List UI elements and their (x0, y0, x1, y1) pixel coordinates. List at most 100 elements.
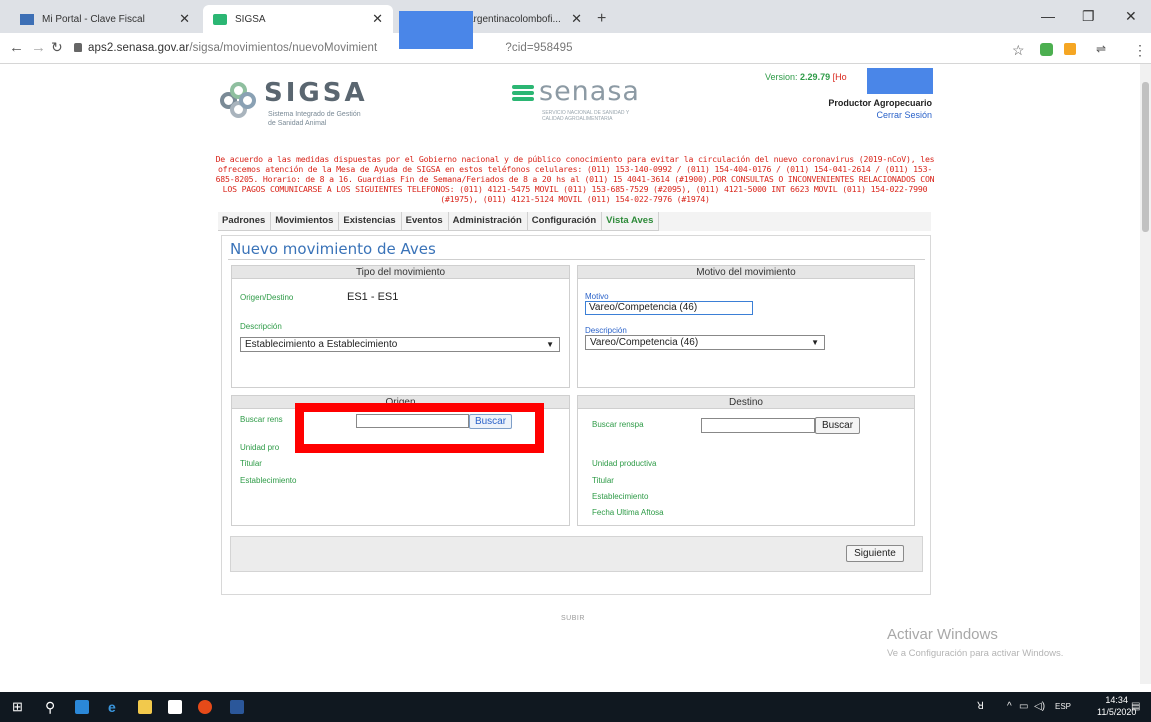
motivo-descripcion-selected-value: Vareo/Competencia (46) (590, 337, 699, 348)
people-icon[interactable]: ꓤ (977, 701, 984, 712)
red-highlight-box (295, 403, 544, 453)
url-field[interactable]: aps2.senasa.gov.ar/sigsa/movimientos/nue… (74, 42, 573, 54)
tipo-movimiento-box: Tipo del movimiento Origen/Destino ES1 -… (231, 265, 570, 388)
destino-titular-label: Titular (592, 476, 614, 485)
edge-icon[interactable]: e (108, 699, 116, 715)
sigsa-logo-mark-icon (220, 82, 256, 118)
reload-icon[interactable]: ↻ (51, 39, 63, 56)
extensions-menu-icon[interactable]: ⇌ (1096, 42, 1106, 56)
covid-notice: De acuerdo a las medidas dispuestas por … (215, 154, 935, 204)
menu-eventos[interactable]: Eventos (402, 212, 449, 230)
windows-taskbar: ⊞ ⚲ e ꓤ ^ ▭ ◁) ESP 14:34 11/5/2020 ▤ (0, 692, 1151, 722)
version-extra: [Ho (832, 72, 847, 82)
main-menu: Padrones Movimientos Existencias Eventos… (218, 212, 932, 231)
form-actions-bar: Siguiente (230, 536, 923, 572)
chrome-icon[interactable] (198, 700, 212, 714)
browser-tab-bar: Mi Portal - Clave Fiscal ✕ SIGSA ✕ argen… (0, 0, 1151, 33)
file-explorer-icon[interactable] (138, 700, 152, 714)
extension-icon[interactable] (1040, 43, 1053, 56)
menu-configuracion[interactable]: Configuración (528, 212, 603, 230)
tab-mi-portal[interactable]: Mi Portal - Clave Fiscal ✕ (10, 5, 200, 33)
bookmark-star-icon[interactable]: ☆ (1012, 42, 1025, 59)
destino-header: Destino (578, 396, 914, 409)
version-info: Version: 2.29.79 [Ho (765, 72, 847, 82)
tab-title: SIGSA (235, 13, 266, 25)
url-path-start: /sigsa/movimientos/nuevoMovimient (189, 42, 378, 54)
motivo-descripcion-label: Descripción (585, 326, 627, 335)
senasa-subtitle: SERVICIO NACIONAL DE SANIDAD Y CALIDAD A… (542, 110, 630, 122)
destino-renspa-input[interactable] (701, 418, 815, 433)
origen-buscar-label: Buscar rens (240, 415, 283, 424)
search-icon[interactable]: ⚲ (45, 699, 55, 716)
dropdown-arrow-icon: ▼ (811, 338, 819, 347)
motivo-movimiento-header: Motivo del movimiento (578, 266, 914, 279)
origen-unidad-label: Unidad pro (240, 443, 280, 452)
close-icon[interactable]: ✕ (179, 11, 190, 27)
senasa-favicon-icon (213, 13, 227, 25)
dropdown-arrow-icon: ▼ (546, 340, 554, 349)
destino-buscar-label: Buscar renspa (592, 420, 644, 429)
motivo-movimiento-box: Motivo del movimiento Motivo Vareo/Compe… (577, 265, 915, 388)
menu-existencias[interactable]: Existencias (339, 212, 402, 230)
forward-icon[interactable]: → (31, 39, 46, 56)
window-close-icon[interactable]: ✕ (1125, 8, 1137, 25)
tab-title: argentinacolombofi... (468, 13, 561, 25)
menu-padrones[interactable]: Padrones (218, 212, 272, 230)
language-indicator[interactable]: ESP (1055, 702, 1071, 711)
address-bar: ← → ↻ aps2.senasa.gov.ar/sigsa/movimient… (0, 33, 1151, 64)
word-icon[interactable] (230, 700, 244, 714)
destino-buscar-button[interactable]: Buscar (815, 417, 860, 434)
origen-destino-label: Origen/Destino (240, 293, 294, 302)
siguiente-button[interactable]: Siguiente (846, 545, 904, 562)
afip-favicon-icon (20, 13, 34, 25)
menu-vista-aves[interactable]: Vista Aves (602, 212, 660, 230)
minimize-icon[interactable]: — (1041, 8, 1055, 24)
tab-sigsa[interactable]: SIGSA ✕ (203, 5, 393, 33)
extension-lock-icon[interactable] (1064, 43, 1076, 55)
activate-windows-title: Activar Windows (887, 626, 998, 643)
url-domain: aps2.senasa.gov.ar (88, 42, 190, 54)
tray-chevron-icon[interactable]: ^ (1007, 701, 1012, 712)
menu-administracion[interactable]: Administración (449, 212, 528, 230)
new-tab-icon[interactable]: + (597, 10, 606, 28)
page-scrollbar[interactable] (1140, 64, 1151, 684)
windows-start-icon[interactable]: ⊞ (12, 699, 23, 715)
chrome-menu-icon[interactable]: ⋮ (1133, 42, 1147, 59)
logout-link[interactable]: Cerrar Sesión (876, 110, 932, 120)
motivo-descripcion-select[interactable]: Vareo/Competencia (46) ▼ (585, 335, 825, 350)
page-viewport: SIGSA Sistema Integrado de Gestión de Sa… (0, 64, 1140, 684)
senasa-logo-mark-icon (512, 85, 534, 101)
activate-windows-subtitle: Ve a Configuración para activar Windows. (887, 648, 1064, 659)
close-icon[interactable]: ✕ (571, 11, 582, 27)
senasa-title: senasa (539, 76, 640, 107)
destino-establecimiento-label: Establecimiento (592, 492, 649, 501)
descripcion-label: Descripción (240, 322, 282, 331)
origen-destino-value: ES1 - ES1 (347, 291, 399, 303)
notifications-icon[interactable]: ▤ (1131, 701, 1140, 712)
menu-movimientos[interactable]: Movimientos (271, 212, 340, 230)
sigsa-subtitle: Sistema Integrado de Gestión de Sanidad … (268, 111, 361, 127)
destino-unidad-label: Unidad productiva (592, 459, 657, 468)
scrollbar-thumb[interactable] (1142, 82, 1149, 232)
version-label: Version: (765, 72, 798, 82)
volume-icon[interactable]: ◁) (1034, 701, 1045, 712)
tab-title: Mi Portal - Clave Fiscal (42, 13, 145, 25)
url-path-end: ?cid=958495 (505, 42, 573, 54)
motivo-label: Motivo (585, 292, 609, 301)
task-view-icon[interactable] (75, 700, 89, 714)
network-icon[interactable]: ▭ (1019, 701, 1028, 712)
descripcion-select[interactable]: Establecimiento a Establecimiento ▼ (240, 337, 560, 352)
page-title: Nuevo movimiento de Aves (230, 240, 436, 258)
senasa-logo: senasa SERVICIO NACIONAL DE SANIDAD Y CA… (512, 76, 692, 128)
destino-fecha-aftosa-label: Fecha Ultima Aftosa (592, 508, 664, 517)
origen-titular-label: Titular (240, 459, 262, 468)
tipo-movimiento-header: Tipo del movimiento (232, 266, 569, 279)
close-icon[interactable]: ✕ (372, 11, 383, 27)
restore-icon[interactable]: ❐ (1082, 8, 1095, 25)
store-icon[interactable] (168, 700, 182, 714)
subir-link[interactable]: SUBIR (561, 615, 585, 622)
back-icon[interactable]: ← (9, 39, 24, 56)
sigsa-logo: SIGSA Sistema Integrado de Gestión de Sa… (220, 78, 370, 134)
motivo-input[interactable]: Vareo/Competencia (46) (585, 301, 753, 315)
redaction-box (399, 11, 473, 49)
